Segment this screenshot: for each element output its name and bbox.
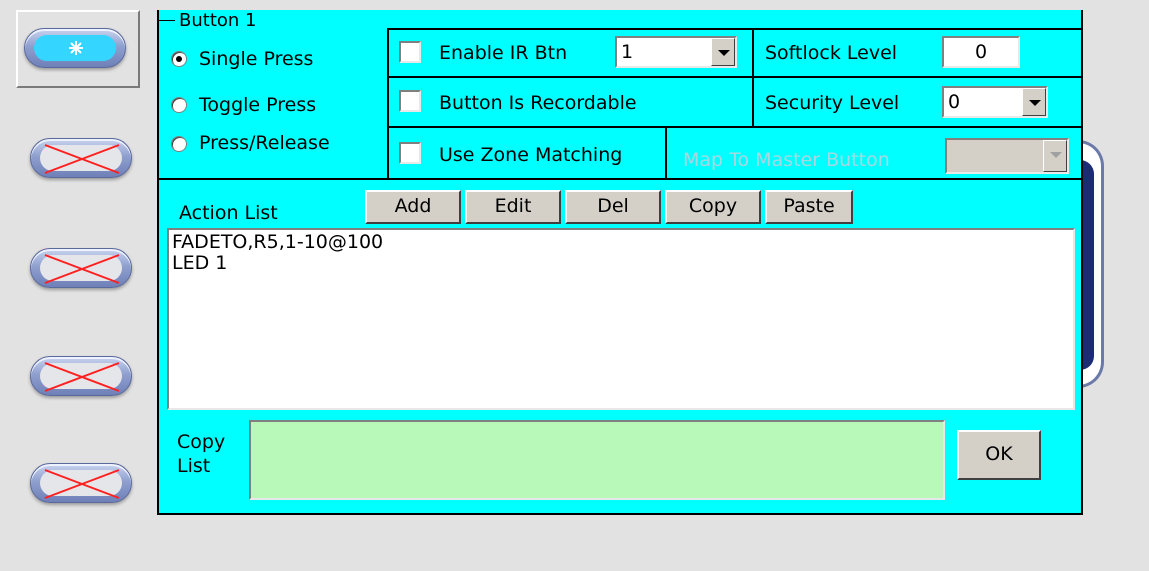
chevron-down-icon[interactable] [711, 38, 735, 66]
press-release-radio[interactable] [171, 136, 187, 152]
security-value: 0 [948, 91, 961, 113]
action-list-label: Action List [179, 202, 278, 224]
divider [752, 28, 754, 78]
zone-matching-label: Use Zone Matching [439, 144, 623, 166]
keypad-button-1[interactable] [24, 28, 126, 68]
cross-icon [44, 469, 120, 499]
edit-button[interactable]: Edit [465, 190, 561, 224]
recordable-label: Button Is Recordable [439, 92, 637, 114]
softlock-input[interactable]: 0 [942, 36, 1020, 68]
divider [389, 76, 1083, 78]
security-select[interactable]: 0 [942, 86, 1048, 118]
zone-matching-checkbox[interactable] [399, 142, 421, 164]
cross-icon [44, 144, 120, 174]
divider [389, 28, 1083, 30]
copy-list-label-line2: List [177, 455, 211, 477]
sparkle-icon [69, 41, 83, 55]
add-button[interactable]: Add [365, 190, 461, 224]
enable-ir-label: Enable IR Btn [439, 42, 568, 64]
recordable-checkbox[interactable] [399, 90, 421, 112]
keypad-button-5[interactable] [30, 463, 132, 503]
cross-icon [44, 254, 120, 284]
divider [665, 126, 667, 180]
group-title: Button 1 [177, 10, 259, 31]
ok-button[interactable]: OK [957, 430, 1041, 480]
press-release-label: Press/Release [199, 132, 330, 154]
single-press-radio[interactable] [171, 51, 187, 67]
keypad-button-4[interactable] [30, 356, 132, 396]
group-border [159, 20, 175, 21]
copy-list-field[interactable] [249, 420, 945, 500]
softlock-label: Softlock Level [765, 42, 898, 64]
enable-ir-checkbox[interactable] [399, 41, 421, 63]
divider [389, 126, 1083, 128]
toggle-press-radio[interactable] [171, 97, 187, 113]
chevron-down-icon[interactable] [1022, 88, 1046, 116]
divider [159, 178, 1083, 180]
single-press-label: Single Press [199, 48, 314, 70]
paste-button[interactable]: Paste [765, 190, 853, 224]
action-list[interactable]: FADETO,R5,1-10@100 LED 1 [167, 228, 1075, 410]
security-label: Security Level [765, 92, 900, 114]
chevron-down-icon [1043, 140, 1067, 172]
copy-list-label-line1: Copy [177, 431, 226, 453]
divider [387, 28, 389, 180]
copy-button[interactable]: Copy [665, 190, 761, 224]
cross-icon [44, 362, 120, 392]
keypad-button-3[interactable] [30, 248, 132, 288]
keypad-button-2[interactable] [30, 138, 132, 178]
divider [752, 76, 754, 128]
ir-button-value: 1 [621, 41, 634, 63]
delete-button[interactable]: Del [565, 190, 661, 224]
toggle-press-label: Toggle Press [199, 94, 317, 116]
map-master-select [945, 138, 1069, 174]
list-item[interactable]: LED 1 [172, 253, 1073, 274]
button-config-panel: Button 1 Single Press Toggle Press Press… [157, 10, 1083, 515]
ir-button-select[interactable]: 1 [615, 36, 737, 68]
map-master-label: Map To Master Button [683, 149, 890, 171]
list-item[interactable]: FADETO,R5,1-10@100 [172, 232, 1073, 253]
